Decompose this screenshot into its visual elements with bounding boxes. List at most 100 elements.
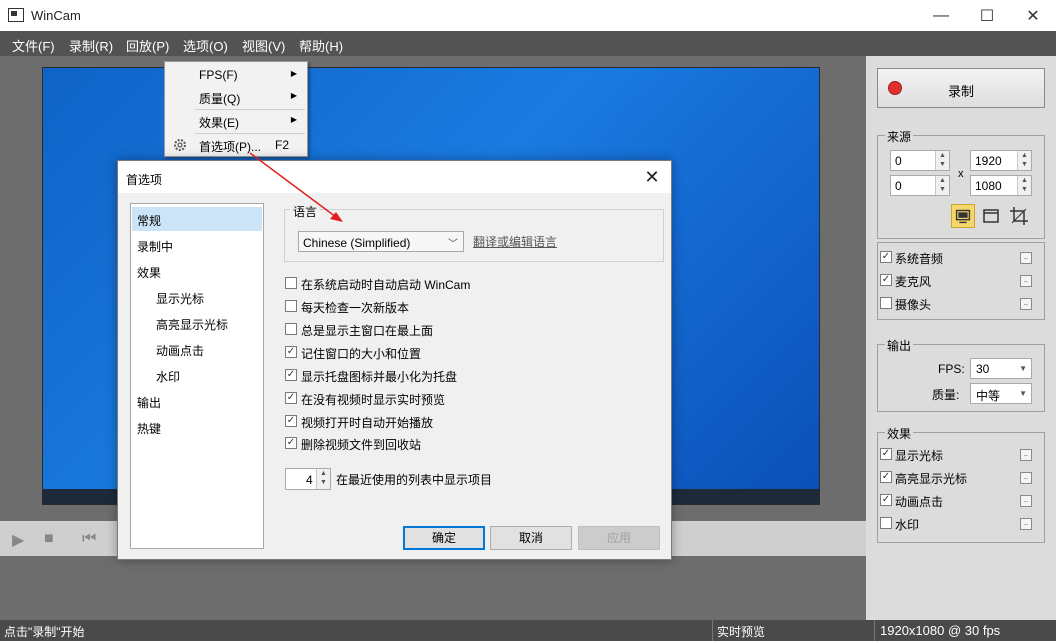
window-title: WinCam	[31, 8, 81, 23]
spin-arrows-icon[interactable]: ▲ ▼	[1017, 151, 1031, 170]
source-x-input[interactable]: 0 ▲ ▼	[890, 150, 950, 171]
menu-options[interactable]: 选项(O)	[183, 36, 228, 55]
menu-playback[interactable]: 回放(P)	[126, 36, 169, 55]
webcam-checkbox[interactable]	[880, 297, 892, 309]
cancel-button[interactable]: 取消	[490, 526, 572, 550]
quality-value: 中等	[976, 389, 1001, 403]
fps-select[interactable]: 30 ▼	[970, 358, 1032, 379]
nav-item-label: 水印	[156, 370, 181, 384]
system-audio-checkbox[interactable]: ✓	[880, 251, 892, 263]
play-icon[interactable]: ▶	[12, 530, 24, 550]
record-label: 录制	[947, 84, 974, 99]
submenu-arrow-icon: ▶	[290, 115, 297, 124]
language-select[interactable]: Chinese (Simplified) ﹀	[298, 231, 464, 252]
nav-item-show-cursor[interactable]: 显示光标	[132, 285, 262, 309]
window-source-icon[interactable]	[979, 204, 1003, 228]
menu-item-fps[interactable]: FPS(F) ▶	[165, 64, 307, 86]
animate-clicks-options-button[interactable]: ..	[1020, 495, 1032, 507]
nav-item-label: 显示光标	[156, 292, 205, 306]
microphone-checkbox[interactable]: ✓	[880, 274, 892, 286]
screen-source-icon[interactable]	[951, 204, 975, 228]
nav-item-hotkeys[interactable]: 热键	[132, 415, 262, 439]
ok-button[interactable]: 确定	[403, 526, 485, 550]
dialog-close-icon[interactable]: ✕	[639, 164, 665, 190]
language-group: 语言 Chinese (Simplified) ﹀ 翻译或编辑语言	[284, 203, 664, 262]
menu-item-preferences[interactable]: 首选项(P)... F2	[165, 134, 307, 156]
language-group-title: 语言	[290, 203, 321, 220]
quality-label: 质量:	[932, 388, 960, 402]
remember-window-checkbox[interactable]: ✓	[285, 346, 297, 358]
animate-clicks-checkbox[interactable]: ✓	[880, 494, 892, 506]
source-height-input[interactable]: 1080 ▲ ▼	[970, 175, 1032, 196]
menu-help[interactable]: 帮助(H)	[299, 36, 343, 55]
nav-item-watermark[interactable]: 水印	[132, 363, 262, 387]
check-updates-checkbox[interactable]	[285, 300, 297, 312]
recycle-bin-checkbox[interactable]: ✓	[285, 437, 297, 449]
menu-view[interactable]: 视图(V)	[242, 36, 285, 55]
option-label: 总是显示主窗口在最上面	[301, 324, 434, 338]
highlight-cursor-options-button[interactable]: ..	[1020, 472, 1032, 484]
highlight-cursor-checkbox[interactable]: ✓	[880, 471, 892, 483]
option-label: 记住窗口的大小和位置	[301, 347, 422, 361]
source-title: 来源	[885, 128, 914, 145]
recent-items-stepper[interactable]: 4 ▲ ▼	[285, 468, 331, 490]
watermark-label: 水印	[895, 518, 920, 532]
live-preview-checkbox[interactable]: ✓	[285, 392, 297, 404]
show-cursor-checkbox[interactable]: ✓	[880, 448, 892, 460]
menu-item-quality[interactable]: 质量(Q) ▶	[165, 86, 307, 108]
autoplay-checkbox[interactable]: ✓	[285, 415, 297, 427]
show-cursor-label: 显示光标	[895, 449, 944, 463]
chevron-down-icon: ﹀	[448, 239, 458, 250]
crop-region-icon[interactable]	[1007, 204, 1031, 228]
recent-items-value: 4	[306, 473, 313, 487]
menu-item-preferences-label: 首选项(P)...	[199, 140, 261, 154]
nav-item-animate-clicks[interactable]: 动画点击	[132, 337, 262, 361]
nav-item-output[interactable]: 输出	[132, 389, 262, 413]
skip-start-icon[interactable]: ⏮	[82, 530, 96, 548]
dialog-title: 首选项	[126, 173, 163, 187]
menu-record[interactable]: 录制(R)	[69, 36, 113, 55]
option-label: 显示托盘图标并最小化为托盘	[301, 370, 458, 384]
autostart-checkbox[interactable]	[285, 277, 297, 289]
menu-item-quality-label: 质量(Q)	[199, 92, 241, 106]
close-button[interactable]: ✕	[1010, 0, 1056, 31]
language-selected-value: Chinese (Simplified)	[303, 236, 411, 250]
size-separator: x	[958, 168, 964, 180]
watermark-checkbox[interactable]	[880, 517, 892, 529]
system-audio-options-button[interactable]: ..	[1020, 252, 1032, 264]
spin-arrows-icon[interactable]: ▲ ▼	[935, 176, 949, 195]
nav-item-highlight-cursor[interactable]: 高亮显示光标	[132, 311, 262, 335]
options-dropdown-menu: FPS(F) ▶ 质量(Q) ▶ 效果(E) ▶ 首选项(P)... F2	[164, 61, 308, 157]
nav-item-label: 效果	[137, 266, 162, 280]
stop-icon[interactable]: ■	[44, 530, 54, 548]
submenu-arrow-icon: ▶	[290, 91, 297, 100]
recent-items-label: 在最近使用的列表中显示项目	[336, 473, 493, 487]
highlight-cursor-label: 高亮显示光标	[895, 472, 968, 486]
nav-item-effects[interactable]: 效果	[132, 259, 262, 283]
always-on-top-checkbox[interactable]	[285, 323, 297, 335]
source-y-input[interactable]: 0 ▲ ▼	[890, 175, 950, 196]
tray-icon-checkbox[interactable]: ✓	[285, 369, 297, 381]
spin-arrows-icon[interactable]: ▲ ▼	[935, 151, 949, 170]
source-width-input[interactable]: 1920 ▲ ▼	[970, 150, 1032, 171]
microphone-options-button[interactable]: ..	[1020, 275, 1032, 287]
show-cursor-options-button[interactable]: ..	[1020, 449, 1032, 461]
status-bar: 点击"录制"开始 实时预览 1920x1080 @ 30 fps	[0, 620, 1056, 641]
apply-button[interactable]: 应用	[578, 526, 660, 550]
microphone-label: 麦克风	[895, 275, 932, 289]
effects-title: 效果	[885, 425, 914, 442]
record-button[interactable]: 录制	[877, 68, 1045, 108]
webcam-options-button[interactable]: ..	[1020, 298, 1032, 310]
nav-item-general[interactable]: 常规	[132, 207, 262, 231]
minimize-button[interactable]: —	[918, 0, 964, 31]
preferences-dialog: 首选项 ✕ 常规 录制中 效果 显示光标 高亮显示光标 动画点击 水印 输出 热…	[117, 160, 672, 560]
spin-arrows-icon[interactable]: ▲ ▼	[316, 469, 330, 489]
quality-select[interactable]: 中等 ▼	[970, 383, 1032, 404]
nav-item-recording[interactable]: 录制中	[132, 233, 262, 257]
spin-arrows-icon[interactable]: ▲ ▼	[1017, 176, 1031, 195]
menu-file[interactable]: 文件(F)	[12, 36, 55, 55]
watermark-options-button[interactable]: ..	[1020, 518, 1032, 530]
translate-language-link[interactable]: 翻译或编辑语言	[473, 233, 557, 250]
maximize-button[interactable]: ☐	[964, 0, 1010, 31]
menu-item-effects[interactable]: 效果(E) ▶	[165, 110, 307, 132]
